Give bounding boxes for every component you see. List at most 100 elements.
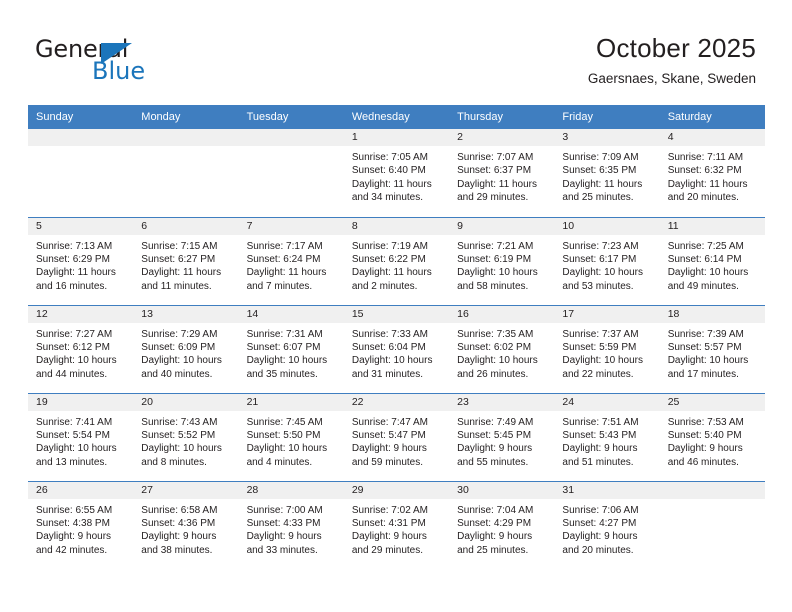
daylight-text-line2: and 29 minutes.: [457, 192, 529, 204]
calendar-day-cell[interactable]: 29 Sunrise: 7:02 AM Sunset: 4:31 PM Dayligh…: [343, 480, 450, 569]
day-details: Sunrise: 7:25 AM Sunset: 6:14 PM Daylight:…: [660, 235, 765, 294]
sunset-text: Sunset: 6:17 PM: [562, 253, 637, 265]
daylight-text-line1: Daylight: 9 hours: [667, 443, 743, 455]
calendar-day-cell[interactable]: 20 Sunrise: 7:43 AM Sunset: 5:52 PM Dayligh…: [133, 392, 239, 481]
calendar-day-cell[interactable]: 5 Sunrise: 7:13 AM Sunset: 6:29 PM Daylight…: [28, 216, 134, 305]
calendar-day-cell[interactable]: 12 Sunrise: 7:27 AM Sunset: 6:12 PM Dayligh…: [28, 304, 134, 393]
day-number: [238, 129, 344, 146]
calendar-day-cell[interactable]: 15 Sunrise: 7:33 AM Sunset: 6:04 PM Dayligh…: [343, 304, 450, 393]
daylight-text-line2: and 20 minutes.: [562, 544, 634, 556]
day-details: Sunrise: 6:58 AM Sunset: 4:36 PM Daylight:…: [133, 499, 238, 558]
calendar-day-cell[interactable]: 25 Sunrise: 7:53 AM Sunset: 5:40 PM Dayligh…: [659, 392, 765, 481]
day-number: 8: [343, 217, 450, 235]
day-number: 24: [554, 393, 660, 411]
day-number: 20: [133, 393, 239, 411]
day-number: 18: [659, 305, 765, 323]
day-number: 3: [554, 129, 660, 146]
daylight-text-line2: and 34 minutes.: [351, 192, 424, 204]
weekday-header-saturday: Saturday: [659, 105, 765, 129]
day-details: Sunrise: 7:45 AM Sunset: 5:50 PM Daylight:…: [239, 411, 344, 470]
day-details: Sunrise: 7:41 AM Sunset: 5:54 PM Daylight:…: [28, 411, 133, 470]
day-number: 9: [449, 217, 555, 235]
daylight-text-line2: and 33 minutes.: [246, 544, 318, 556]
sunrise-text: Sunrise: 6:58 AM: [141, 504, 218, 516]
day-details: Sunrise: 7:31 AM Sunset: 6:07 PM Daylight:…: [239, 323, 344, 382]
sunset-text: Sunset: 4:36 PM: [141, 517, 216, 529]
day-details: Sunrise: 7:23 AM Sunset: 6:17 PM Daylight:…: [554, 235, 659, 294]
calendar-day-cell[interactable]: 13 Sunrise: 7:29 AM Sunset: 6:09 PM Dayligh…: [133, 304, 239, 393]
sunrise-text: Sunrise: 7:23 AM: [562, 240, 639, 252]
sunset-text: Sunset: 6:19 PM: [457, 253, 532, 265]
calendar-day-cell[interactable]: 31 Sunrise: 7:06 AM Sunset: 4:27 PM Dayligh…: [554, 480, 660, 569]
sunset-text: Sunset: 5:54 PM: [36, 429, 110, 441]
daylight-text-line2: and 4 minutes.: [246, 456, 313, 468]
calendar-day-cell[interactable]: 14 Sunrise: 7:31 AM Sunset: 6:07 PM Dayligh…: [238, 304, 344, 393]
day-details: Sunrise: 7:53 AM Sunset: 5:40 PM Daylight:…: [660, 411, 765, 470]
sunset-text: Sunset: 6:09 PM: [141, 341, 216, 353]
calendar-day-cell[interactable]: 28 Sunrise: 7:00 AM Sunset: 4:33 PM Dayligh…: [238, 480, 344, 569]
sunrise-text: Sunrise: 7:35 AM: [457, 328, 534, 340]
calendar-day-cell[interactable]: 26 Sunrise: 6:55 AM Sunset: 4:38 PM Dayligh…: [28, 480, 134, 569]
calendar-day-cell[interactable]: 8 Sunrise: 7:19 AM Sunset: 6:22 PM Daylight…: [343, 216, 450, 305]
calendar-week-row: 5 Sunrise: 7:13 AM Sunset: 6:29 PM Daylight…: [28, 216, 765, 305]
sunset-text: Sunset: 5:59 PM: [562, 341, 637, 353]
sunset-text: Sunset: 4:38 PM: [36, 517, 110, 529]
calendar-day-cell[interactable]: 18 Sunrise: 7:39 AM Sunset: 5:57 PM Dayligh…: [659, 304, 765, 393]
sunrise-text: Sunrise: 7:39 AM: [667, 328, 744, 340]
calendar-day-cell[interactable]: 19 Sunrise: 7:41 AM Sunset: 5:54 PM Dayligh…: [28, 392, 134, 481]
day-details: Sunrise: 7:13 AM Sunset: 6:29 PM Daylight:…: [28, 235, 133, 294]
day-number: [133, 129, 239, 146]
calendar-day-cell[interactable]: 30 Sunrise: 7:04 AM Sunset: 4:29 PM Dayligh…: [449, 480, 555, 569]
calendar-day-cell[interactable]: 24 Sunrise: 7:51 AM Sunset: 5:43 PM Dayligh…: [554, 392, 660, 481]
sunrise-text: Sunrise: 7:05 AM: [351, 152, 428, 163]
daylight-text-line1: Daylight: 9 hours: [351, 443, 427, 455]
day-details: Sunrise: 7:51 AM Sunset: 5:43 PM Daylight:…: [554, 411, 659, 470]
sunset-text: Sunset: 6:14 PM: [667, 253, 742, 265]
calendar-day-cell[interactable]: 2 Sunrise: 7:07 AM Sunset: 6:37 PM Daylight…: [449, 129, 555, 217]
daylight-text-line2: and 31 minutes.: [351, 368, 424, 380]
calendar-day-cell[interactable]: 3 Sunrise: 7:09 AM Sunset: 6:35 PM Daylight…: [554, 129, 660, 217]
daylight-text-line2: and 26 minutes.: [457, 368, 529, 380]
calendar-table: Sunday Monday Tuesday Wednesday Thursday…: [28, 105, 765, 569]
daylight-text-line2: and 44 minutes.: [36, 368, 108, 380]
calendar-day-cell[interactable]: 23 Sunrise: 7:49 AM Sunset: 5:45 PM Dayligh…: [449, 392, 555, 481]
daylight-text-line2: and 8 minutes.: [141, 456, 207, 468]
calendar-day-cell[interactable]: 10 Sunrise: 7:23 AM Sunset: 6:17 PM Dayligh…: [554, 216, 660, 305]
calendar-day-cell[interactable]: 9 Sunrise: 7:21 AM Sunset: 6:19 PM Daylight…: [449, 216, 555, 305]
day-number: 2: [449, 129, 555, 146]
day-details: Sunrise: 7:49 AM Sunset: 5:45 PM Daylight:…: [449, 411, 554, 470]
daylight-text-line2: and 13 minutes.: [36, 456, 108, 468]
calendar-day-cell[interactable]: 6 Sunrise: 7:15 AM Sunset: 6:27 PM Daylight…: [133, 216, 239, 305]
daylight-text-line2: and 42 minutes.: [36, 544, 108, 556]
sunrise-text: Sunrise: 7:09 AM: [562, 152, 639, 163]
sunrise-text: Sunrise: 7:41 AM: [36, 416, 113, 428]
daylight-text-line1: Daylight: 11 hours: [667, 178, 748, 190]
calendar-day-cell[interactable]: 22 Sunrise: 7:47 AM Sunset: 5:47 PM Dayligh…: [343, 392, 450, 481]
sunset-text: Sunset: 4:33 PM: [246, 517, 321, 529]
day-details: Sunrise: 7:39 AM Sunset: 5:57 PM Daylight:…: [660, 323, 765, 382]
calendar-day-cell[interactable]: 1 Sunrise: 7:05 AM Sunset: 6:40 PM Daylight…: [343, 129, 450, 217]
sunrise-text: Sunrise: 7:51 AM: [562, 416, 639, 428]
calendar-day-cell[interactable]: 16 Sunrise: 7:35 AM Sunset: 6:02 PM Dayligh…: [449, 304, 555, 393]
daylight-text-line2: and 16 minutes.: [36, 280, 108, 292]
day-number: 23: [449, 393, 555, 411]
calendar-day-cell[interactable]: 4 Sunrise: 7:11 AM Sunset: 6:32 PM Daylight…: [659, 129, 765, 217]
calendar-day-cell[interactable]: 11 Sunrise: 7:25 AM Sunset: 6:14 PM Dayligh…: [659, 216, 765, 305]
calendar-day-cell[interactable]: 17 Sunrise: 7:37 AM Sunset: 5:59 PM Dayligh…: [554, 304, 660, 393]
daylight-text-line1: Daylight: 11 hours: [351, 267, 432, 279]
calendar-cell-empty: [238, 129, 344, 217]
daylight-text-line1: Daylight: 10 hours: [562, 355, 644, 367]
day-number: 28: [238, 481, 344, 499]
daylight-text-line1: Daylight: 10 hours: [36, 355, 117, 367]
daylight-text-line1: Daylight: 10 hours: [667, 267, 749, 279]
sunrise-text: Sunrise: 7:11 AM: [667, 152, 744, 163]
day-number: 31: [554, 481, 660, 499]
day-number: 15: [343, 305, 450, 323]
general-blue-logo[interactable]: General Blue: [35, 36, 215, 88]
calendar-day-cell[interactable]: 7 Sunrise: 7:17 AM Sunset: 6:24 PM Daylight…: [238, 216, 344, 305]
daylight-text-line1: Daylight: 9 hours: [562, 443, 638, 455]
day-number: [28, 129, 134, 146]
calendar-day-cell[interactable]: 21 Sunrise: 7:45 AM Sunset: 5:50 PM Dayligh…: [238, 392, 344, 481]
calendar-day-cell[interactable]: 27 Sunrise: 6:58 AM Sunset: 4:36 PM Dayligh…: [133, 480, 239, 569]
calendar-cell-empty: [133, 129, 239, 217]
